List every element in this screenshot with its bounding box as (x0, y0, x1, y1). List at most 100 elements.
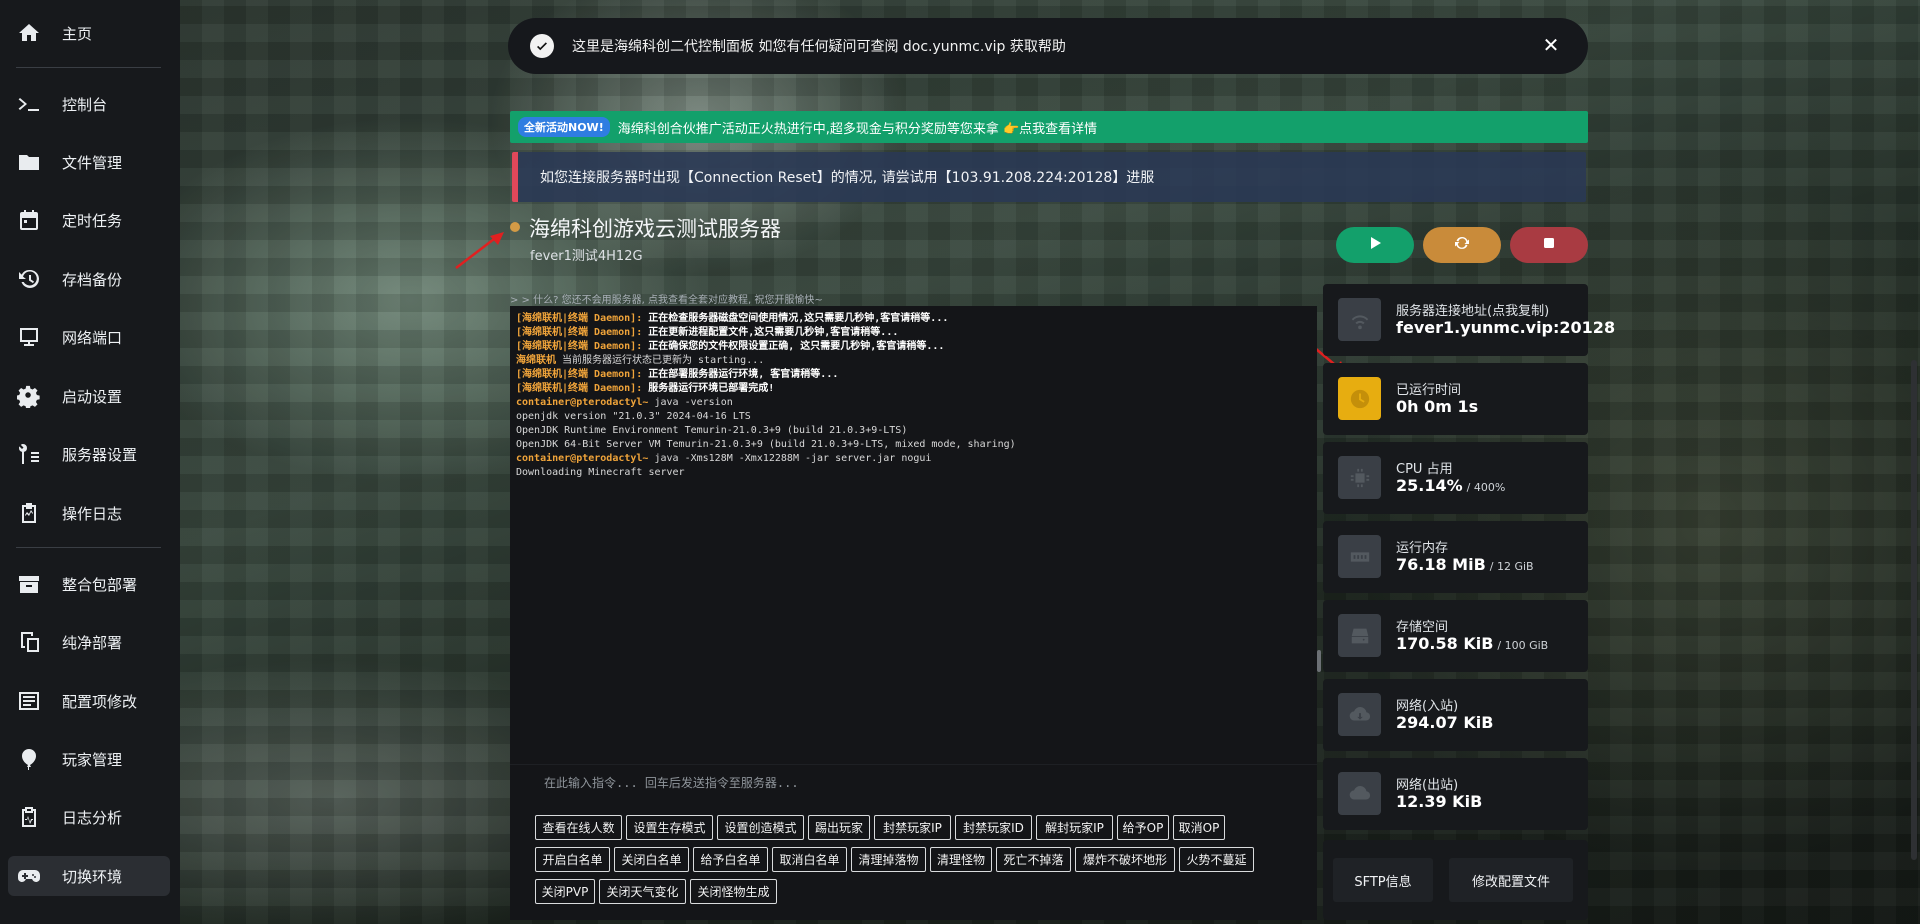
stat-value: fever1.yunmc.vip:20128 (1396, 318, 1616, 337)
server-subtitle: fever1测试4H12G (530, 249, 643, 264)
sidebar: 主页 控制台 文件管理 定时任务 存档备份 网络端口 启动设置 服务器设置 操作… (0, 0, 180, 924)
sidebar-item-backup[interactable]: 存档备份 (16, 259, 161, 299)
sidebar-item-label: 定时任务 (62, 211, 123, 230)
balloon-icon (16, 746, 42, 772)
sidebar-item-ports[interactable]: 网络端口 (16, 317, 161, 357)
stop-button[interactable] (1510, 227, 1588, 263)
quick-command-button[interactable]: 清理怪物 (930, 847, 992, 872)
page-scrollbar[interactable] (1911, 360, 1917, 860)
quick-command-button[interactable]: 设置生存模式 (626, 815, 713, 840)
sftp-info-button[interactable]: SFTP信息 (1333, 858, 1433, 902)
stat-value: 12.39 KiB (1396, 792, 1483, 811)
sidebar-item-schedule[interactable]: 定时任务 (16, 200, 161, 240)
quick-command-button[interactable]: 开启白名单 (535, 847, 610, 872)
console-line-text: openjdk version "21.0.3" 2024-04-16 LTS (516, 411, 751, 422)
promo-text: 海绵科创合伙推广活动正火热进行中,超多现金与积分奖励等您来拿 👉点我查看详情 (617, 121, 1098, 137)
quick-command-button[interactable]: 封禁玩家IP (874, 815, 951, 840)
quick-command-button[interactable]: 取消OP (1173, 815, 1225, 840)
sidebar-item-label: 文件管理 (62, 153, 123, 172)
sidebar-item-switch-env[interactable]: 切换环境 (8, 856, 170, 896)
console-line-text: 正在确保您的文件权限设置正确, 这只需要几秒钟,客官请稍等... (642, 341, 945, 352)
sidebar-item-players[interactable]: 玩家管理 (16, 739, 161, 779)
console-line-prefix: [海绵联机|终端 Daemon]: (516, 341, 643, 352)
quick-command-button[interactable]: 封禁玩家ID (955, 815, 1032, 840)
console-line-prefix: [海绵联机|终端 Daemon]: (516, 383, 643, 394)
quick-command-button[interactable]: 关闭PVP (535, 879, 595, 904)
sidebar-item-label: 配置项修改 (62, 692, 138, 711)
promo-badge: 全新活动NOW! (518, 117, 610, 137)
sidebar-item-label: 主页 (62, 24, 93, 43)
sidebar-item-config-edit[interactable]: 配置项修改 (16, 681, 161, 721)
quick-command-button[interactable]: 解封玩家IP (1036, 815, 1113, 840)
stat-value: 0h 0m 1s (1396, 397, 1479, 416)
edit-config-button[interactable]: 修改配置文件 (1449, 858, 1573, 902)
quick-command-button[interactable]: 死亡不掉落 (996, 847, 1071, 872)
sidebar-item-vanilla-deploy[interactable]: 纯净部署 (16, 622, 161, 662)
quick-command-button[interactable]: 爆炸不破坏地形 (1075, 847, 1175, 872)
quick-command-button[interactable]: 火势不蔓延 (1179, 847, 1254, 872)
console-line-text: java -version (648, 397, 733, 408)
cloud-download-icon (1338, 693, 1381, 736)
quick-command-button[interactable]: 关闭白名单 (614, 847, 689, 872)
console-line-prefix: [海绵联机|终端 Daemon]: (516, 313, 643, 324)
restart-button[interactable] (1423, 227, 1501, 263)
clipboard-icon (16, 500, 42, 526)
quick-command-button[interactable]: 清理掉落物 (851, 847, 926, 872)
sidebar-item-console[interactable]: 控制台 (16, 84, 161, 124)
gear-icon (16, 383, 42, 409)
console-line-text: Downloading Minecraft server (516, 467, 685, 478)
cpu-icon (1338, 456, 1381, 499)
command-input[interactable] (510, 764, 1317, 800)
console-scrollbar[interactable] (1317, 650, 1321, 672)
console-line-prefix: 海绵联机 (516, 355, 556, 366)
stat-value-row: 12.39 KiB (1396, 792, 1482, 811)
sidebar-item-files[interactable]: 文件管理 (16, 142, 161, 182)
quick-command-button[interactable]: 设置创造模式 (717, 815, 804, 840)
sidebar-item-label: 网络端口 (62, 328, 123, 347)
console-output[interactable]: [海绵联机|终端 Daemon]: 正在检查服务器磁盘空间使用情况,这只需要几秒… (510, 306, 1317, 764)
quick-command-button[interactable]: 给予OP (1117, 815, 1169, 840)
tutorial-link[interactable]: > > 什么? 您还不会用服务器, 点我查看全套对应教程, 祝您开服愉快~ (510, 291, 823, 306)
console-line: [海绵联机|终端 Daemon]: 服务器运行环境已部署完成! (510, 382, 1317, 396)
storage-card: 存储空间 170.58 KiB/ 100 GiB (1323, 600, 1588, 672)
stat-label: 存储空间 (1396, 620, 1449, 635)
quick-command-panel: 查看在线人数 设置生存模式 设置创造模式 踢出玩家 封禁玩家IP 封禁玩家ID 解封玩家IP… (510, 800, 1317, 920)
promo-banner[interactable]: 全新活动NOW! 海绵科创合伙推广活动正火热进行中,超多现金与积分奖励等您来拿 … (510, 111, 1588, 143)
home-icon (16, 20, 42, 46)
sidebar-item-modpack-deploy[interactable]: 整合包部署 (16, 564, 161, 604)
notice-text: 如您连接服务器时出现【Connection Reset】的情况, 请尝试用【10… (540, 170, 1155, 186)
stat-value: 76.18 MiB (1396, 555, 1486, 574)
quick-command-button[interactable]: 踢出玩家 (808, 815, 870, 840)
console-line-text: OpenJDK Runtime Environment Temurin-21.0… (516, 425, 908, 436)
console-line: [海绵联机|终端 Daemon]: 正在更新进程配置文件,这只需要几秒钟,客官请… (510, 326, 1317, 340)
quick-command-button[interactable]: 关闭天气变化 (599, 879, 686, 904)
quick-command-button[interactable]: 关闭怪物生成 (690, 879, 777, 904)
server-address-card[interactable]: 服务器连接地址(点我复制) fever1.yunmc.vip:20128 (1323, 284, 1615, 356)
console-line-text: 正在检查服务器磁盘空间使用情况,这只需要几秒钟,客官请稍等... (642, 313, 949, 324)
refresh-icon (1454, 235, 1470, 255)
console-line-prefix: [海绵联机|终端 Daemon]: (516, 369, 643, 380)
sidebar-item-server-settings[interactable]: 服务器设置 (16, 434, 161, 474)
console-line: container@pterodactyl~ java -Xms128M -Xm… (510, 452, 1317, 466)
sidebar-item-log-analysis[interactable]: 日志分析 (16, 797, 161, 837)
sidebar-item-audit-log[interactable]: 操作日志 (16, 493, 161, 533)
help-toast: 这里是海绵科创二代控制面板 如您有任何疑问可查阅 doc.yunmc.vip 获… (508, 18, 1588, 74)
close-icon[interactable]: ✕ (1540, 33, 1562, 57)
quick-command-button[interactable]: 取消白名单 (772, 847, 847, 872)
sidebar-item-startup[interactable]: 启动设置 (16, 376, 161, 416)
console-line: 海绵联机 当前服务器运行状态已更新为 starting... (510, 354, 1317, 368)
wifi-icon (1338, 298, 1381, 341)
quick-command-button[interactable]: 给予白名单 (693, 847, 768, 872)
sidebar-item-label: 纯净部署 (62, 633, 123, 652)
sidebar-item-home[interactable]: 主页 (16, 13, 161, 53)
stat-unit: / 100 GiB (1497, 639, 1549, 652)
console-line: [海绵联机|终端 Daemon]: 正在确保您的文件权限设置正确, 这只需要几秒… (510, 340, 1317, 354)
console-line-prefix: [海绵联机|终端 Daemon]: (516, 327, 643, 338)
hdd-icon (1338, 614, 1381, 657)
quick-command-button[interactable]: 查看在线人数 (535, 815, 622, 840)
sidebar-item-label: 整合包部署 (62, 575, 138, 594)
start-button[interactable] (1336, 227, 1414, 263)
cloud-upload-icon (1338, 772, 1381, 815)
console-line: openjdk version "21.0.3" 2024-04-16 LTS (510, 410, 1317, 424)
folder-icon (16, 149, 42, 175)
